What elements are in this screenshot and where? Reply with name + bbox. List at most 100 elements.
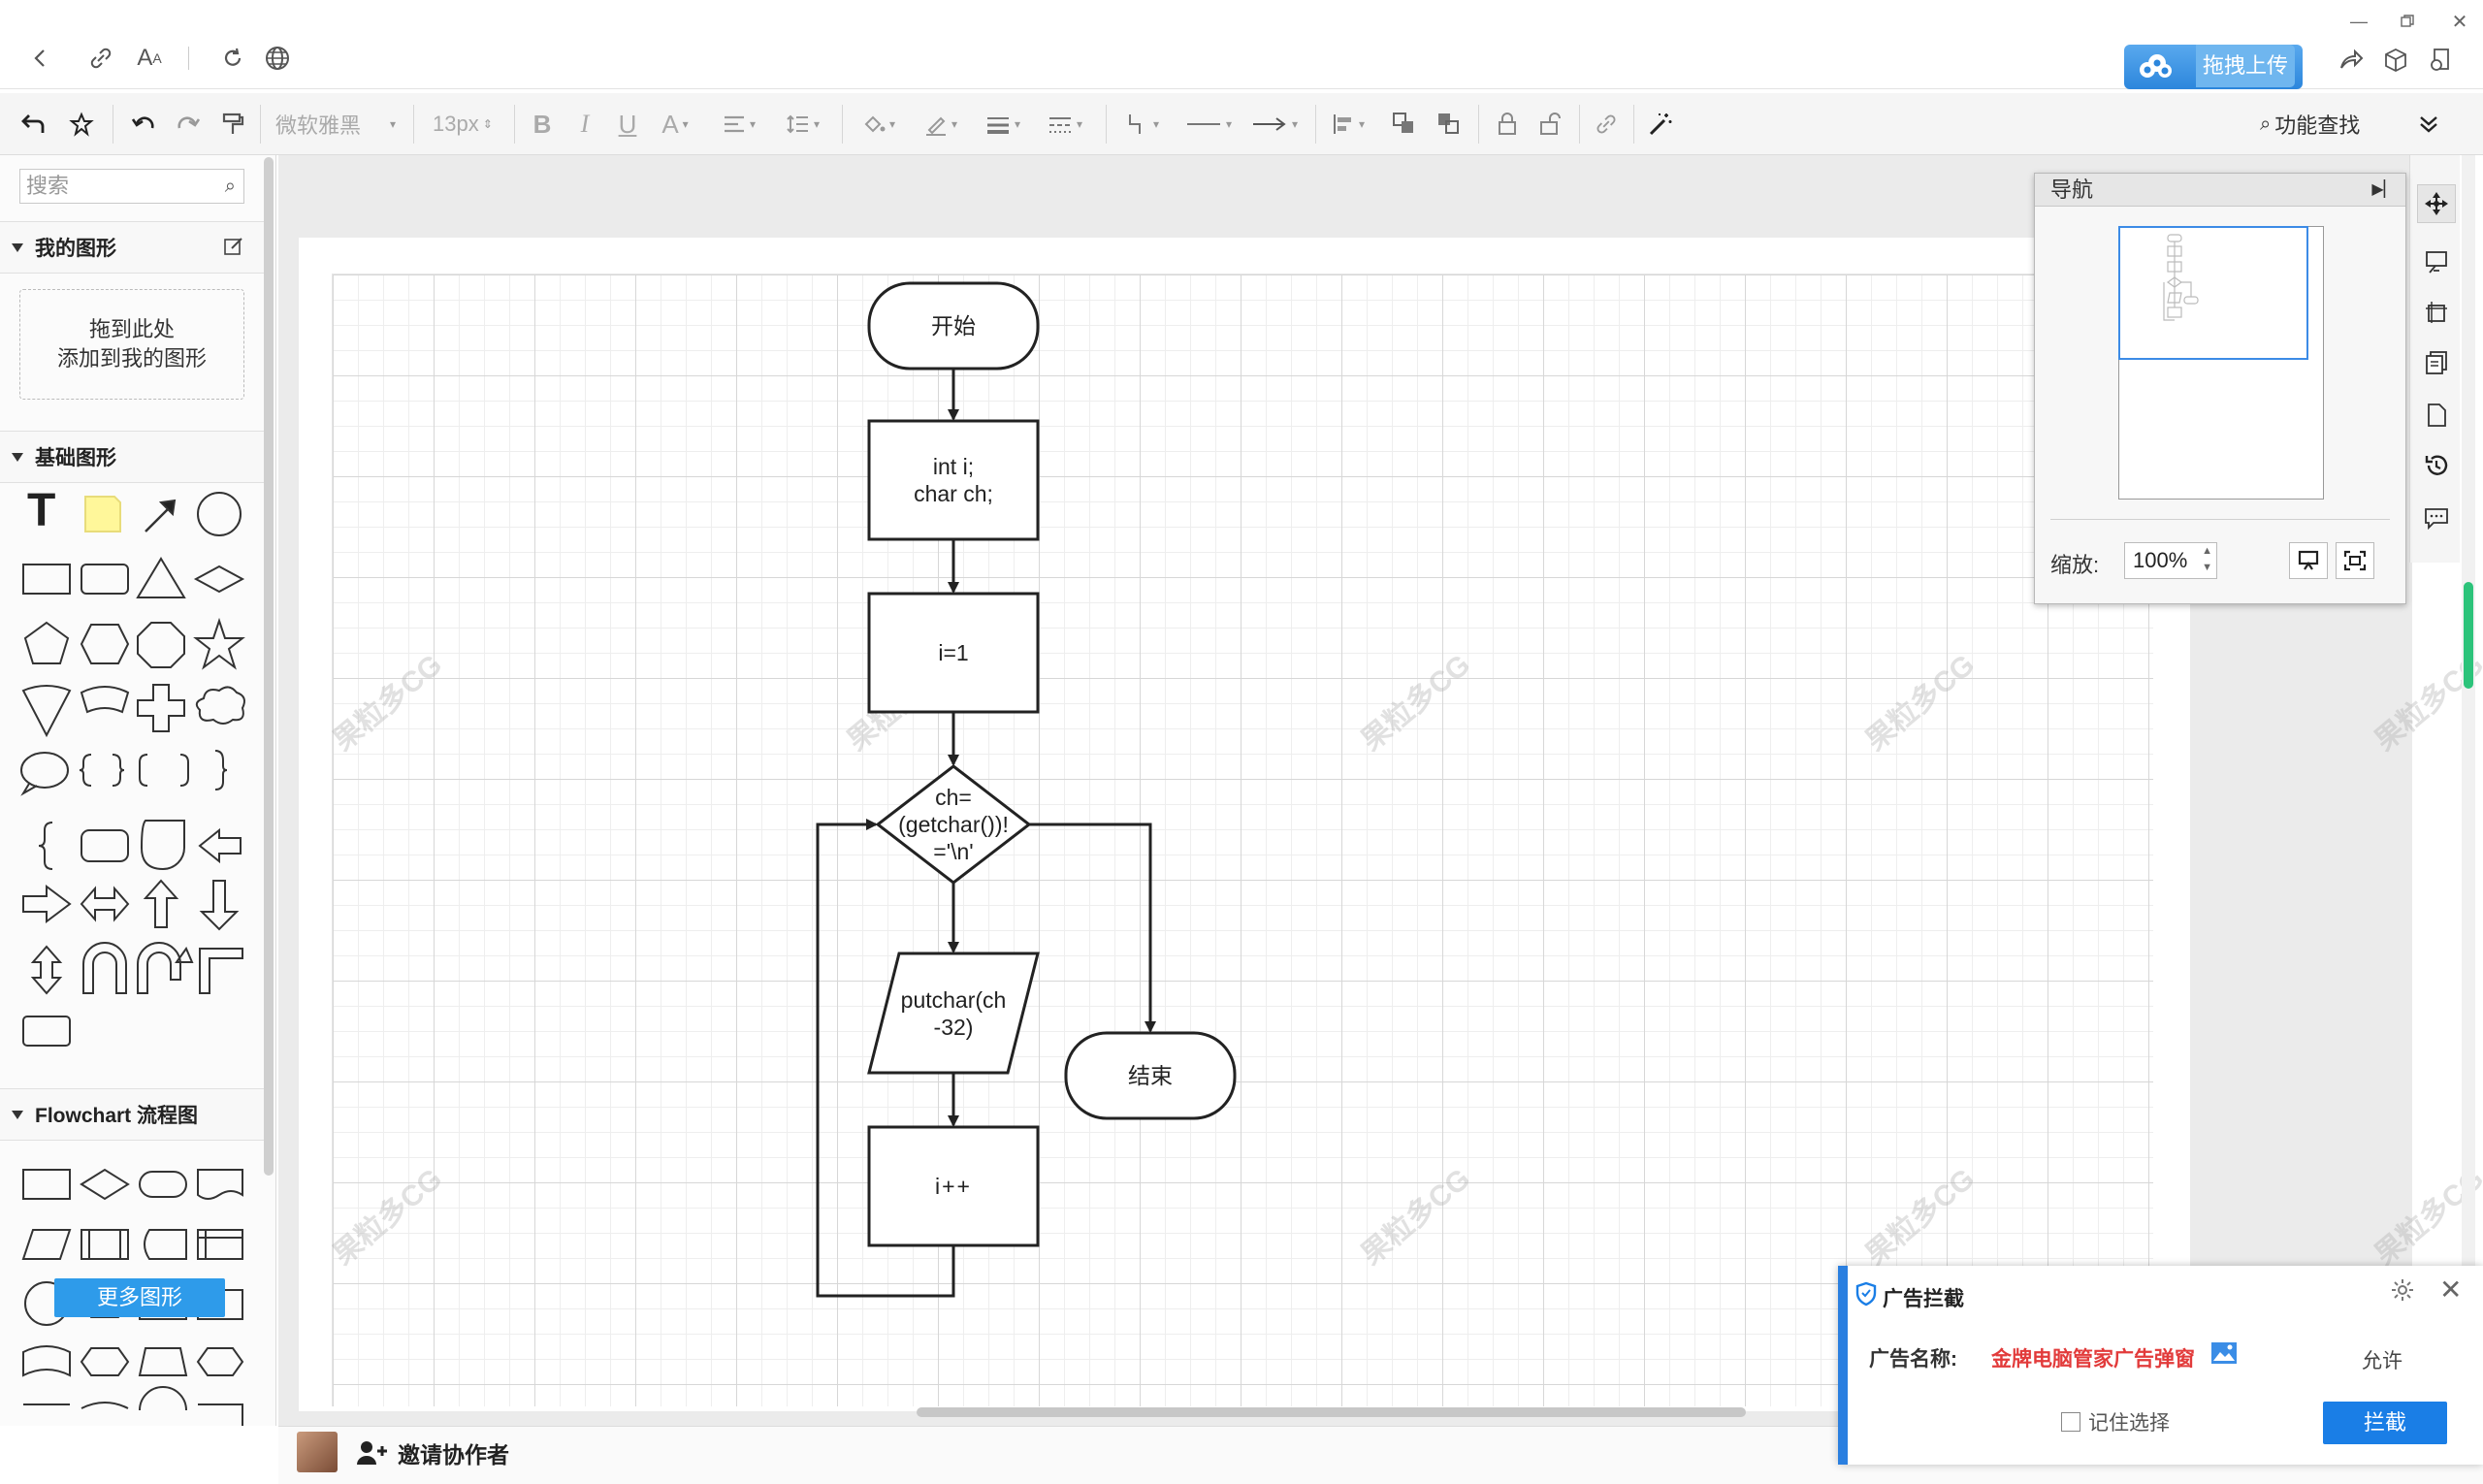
send-back-icon[interactable]	[1432, 105, 1467, 144]
history-icon[interactable]	[2417, 446, 2456, 485]
node-output-line1: putchar(ch	[900, 986, 1007, 1013]
line-width-icon[interactable]: ▾	[982, 105, 1024, 144]
bold-icon[interactable]: B	[528, 105, 557, 144]
divider	[1315, 105, 1316, 144]
upload-button[interactable]: 拖拽上传	[2124, 45, 2303, 89]
font-size-select[interactable]: 13px ⇕	[433, 105, 504, 144]
zoom-stepper-icon[interactable]: ▲ ▼	[2202, 543, 2212, 576]
section-basic-shapes[interactable]: 基础图形	[0, 431, 264, 483]
export-icon[interactable]	[2421, 41, 2460, 80]
node-condition-line2: (getchar())!	[898, 812, 1009, 837]
fit-window-icon[interactable]	[2336, 542, 2374, 579]
navigation-title: 导航	[2050, 177, 2094, 202]
image-icon[interactable]	[2210, 1341, 2238, 1365]
shape-library-sidebar: 搜索 ⌕ 我的图形 拖到此处 添加到我的图形 基础图形 T Flowchart …	[0, 155, 276, 1426]
more-shapes-button[interactable]: 更多图形	[54, 1278, 225, 1317]
minimize-icon[interactable]: —	[2339, 2, 2378, 41]
node-condition-label[interactable]: ch= (getchar())! ='\n'	[878, 766, 1029, 883]
magic-wand-icon[interactable]	[1643, 105, 1678, 144]
feature-search[interactable]: ⌕ 功能查找	[2260, 105, 2360, 144]
svg-text:T: T	[27, 485, 55, 536]
hyperlink-icon[interactable]	[1589, 105, 1624, 144]
shape-search-input[interactable]: 搜索 ⌕	[19, 169, 244, 204]
format-panel-icon[interactable]	[2417, 242, 2456, 281]
unlock-icon[interactable]	[1532, 105, 1567, 144]
navigation-viewport-frame[interactable]	[2118, 226, 2308, 360]
line-spacing-icon[interactable]: ▾	[782, 105, 824, 144]
arrange-align-icon[interactable]: ▾	[1329, 105, 1368, 144]
node-declare-line2: char ch;	[914, 481, 993, 506]
page-icon[interactable]	[2417, 396, 2456, 435]
restore-icon[interactable]	[2388, 2, 2427, 41]
underline-icon[interactable]: U	[613, 105, 642, 144]
font-color-icon[interactable]: A ▾	[656, 105, 694, 144]
edit-icon[interactable]	[223, 236, 244, 257]
undo-arrow-icon[interactable]	[16, 105, 50, 144]
checkbox-box[interactable]	[2061, 1412, 2080, 1432]
globe-icon[interactable]	[258, 39, 297, 78]
vertical-scroll-track	[2462, 155, 2475, 1416]
sidebar-scrollbar[interactable]	[264, 157, 274, 1176]
ad-popup-title: 广告拦截	[1883, 1288, 1964, 1310]
format-painter-icon[interactable]	[215, 105, 250, 144]
fit-page-icon[interactable]	[2289, 542, 2328, 579]
navigate-icon[interactable]	[2417, 184, 2456, 223]
link-icon[interactable]	[81, 39, 120, 78]
redo-icon[interactable]	[171, 105, 206, 144]
my-shapes-drop-zone[interactable]: 拖到此处 添加到我的图形	[19, 289, 244, 400]
collapse-toolbar-icon[interactable]	[2411, 105, 2446, 144]
magic-select-icon[interactable]	[64, 105, 99, 144]
node-start-label[interactable]: 开始	[869, 283, 1038, 369]
ad-block-button[interactable]: 拦截	[2323, 1402, 2447, 1444]
navigation-panel-header[interactable]: 导航 ▶▏	[2035, 174, 2405, 207]
collapse-icon	[12, 453, 23, 462]
ad-allow-button[interactable]: 允许	[2362, 1345, 2402, 1374]
fill-color-icon[interactable]: ▾	[857, 105, 900, 144]
node-end-label[interactable]: 结束	[1066, 1033, 1235, 1118]
node-init-label[interactable]: i=1	[869, 594, 1038, 712]
zoom-input[interactable]: 100% ▲ ▼	[2124, 542, 2217, 579]
collapse-icon	[12, 243, 23, 252]
font-size-icon[interactable]: AA	[130, 39, 169, 78]
comment-icon[interactable]	[2417, 499, 2456, 537]
search-icon[interactable]: ⌕	[225, 170, 236, 203]
node-start-text: 开始	[931, 313, 976, 339]
page-size-icon[interactable]	[2417, 293, 2456, 332]
avatar[interactable]	[297, 1432, 338, 1472]
align-icon[interactable]: ▾	[718, 105, 760, 144]
section-flowchart-title: Flowchart 流程图	[35, 1105, 199, 1127]
share-icon[interactable]	[2332, 41, 2370, 80]
connector-type-icon[interactable]: ▾	[1121, 105, 1164, 144]
undo-icon[interactable]	[126, 105, 161, 144]
drop-hint-line1: 拖到此处	[88, 317, 175, 341]
ad-name-value: 金牌电脑管家广告弹窗	[1991, 1348, 2195, 1371]
line-color-icon[interactable]: ▾	[919, 105, 962, 144]
pages-icon[interactable]	[2417, 343, 2456, 382]
horizontal-scrollbar[interactable]	[917, 1407, 1746, 1417]
close-icon[interactable]: ✕	[2440, 2, 2479, 41]
zoom-value: 100%	[2133, 548, 2188, 572]
section-flowchart[interactable]: Flowchart 流程图	[0, 1088, 264, 1141]
line-start-icon[interactable]: ▾	[1179, 105, 1238, 144]
italic-icon[interactable]: I	[570, 105, 599, 144]
node-init-text: i=1	[938, 640, 969, 665]
bring-front-icon[interactable]	[1387, 105, 1422, 144]
node-increment-label[interactable]: i++	[869, 1127, 1038, 1245]
vertical-scrollbar[interactable]	[2464, 582, 2473, 689]
close-icon[interactable]: ✕	[2439, 1274, 2462, 1306]
section-my-shapes[interactable]: 我的图形	[0, 221, 264, 274]
remember-choice-checkbox[interactable]: 记住选择	[2061, 1407, 2170, 1436]
lock-icon[interactable]	[1490, 105, 1525, 144]
invite-collaborator-button[interactable]: 邀请协作者	[357, 1436, 509, 1470]
shield-icon	[1855, 1281, 1877, 1307]
back-icon[interactable]	[21, 39, 60, 78]
cube-icon[interactable]	[2376, 41, 2415, 80]
settings-gear-icon[interactable]	[2390, 1277, 2415, 1303]
refresh-icon[interactable]	[213, 39, 252, 78]
node-output-label[interactable]: putchar(ch -32)	[869, 953, 1038, 1073]
line-end-icon[interactable]: ▾	[1245, 105, 1304, 144]
panel-collapse-icon[interactable]: ▶▏	[2371, 174, 2396, 207]
font-family-select[interactable]: 微软雅黑 ▾	[275, 105, 402, 144]
node-declare-label[interactable]: int i; char ch;	[869, 421, 1038, 539]
line-style-icon[interactable]: ▾	[1044, 105, 1086, 144]
